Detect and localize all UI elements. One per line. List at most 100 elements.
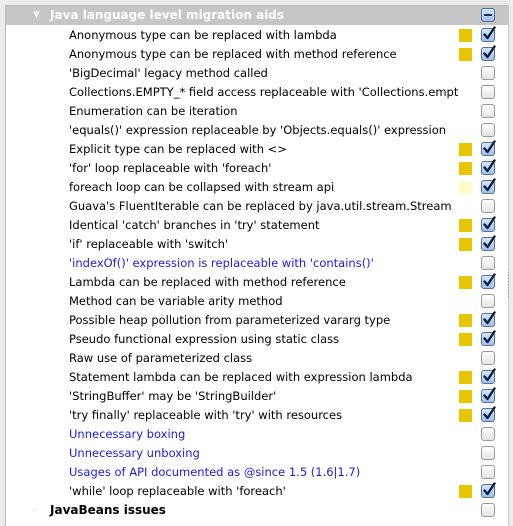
checkbox-checked[interactable] [481, 178, 496, 194]
checkmark-icon [483, 235, 496, 249]
checkbox-checked[interactable] [481, 26, 496, 42]
inspection-label: 'for' loop replaceable with 'foreach' [69, 161, 272, 175]
inspection-label: 'try finally' replaceable with 'try' wit… [69, 408, 343, 422]
checkmark-icon [483, 45, 496, 59]
inspection-label: Unnecessary boxing [69, 427, 186, 441]
checkbox-checked[interactable] [481, 273, 496, 289]
inspection-row[interactable]: Collections.EMPTY_* field access replace… [6, 83, 508, 102]
checkbox-unchecked[interactable] [481, 256, 495, 270]
triangle-down-icon[interactable]: ▼ [33, 6, 43, 25]
checkbox-checked[interactable] [481, 159, 496, 175]
inspection-label: Method can be variable arity method [69, 294, 283, 308]
group-label: JavaBeans issues [50, 503, 166, 517]
inspections-tree: ▼ Java language level migration aids Ano… [5, 5, 509, 526]
inspection-label: 'equals()' expression replaceable by 'Ob… [69, 123, 447, 137]
inspection-row[interactable]: Pseudo functional expression using stati… [6, 330, 508, 349]
severity-swatch-warning [459, 409, 472, 422]
checkmark-icon [483, 387, 496, 401]
inspection-row[interactable]: 'while' loop replaceable with 'foreach' [6, 482, 508, 501]
checkbox-checked[interactable] [481, 482, 496, 498]
checkmark-icon [483, 140, 496, 154]
inspection-row[interactable]: 'equals()' expression replaceable by 'Ob… [6, 121, 508, 140]
checkmark-icon [483, 26, 496, 40]
checkbox-checked[interactable] [481, 330, 496, 346]
group-label: Java language level migration aids [50, 8, 285, 22]
checkbox-checked[interactable] [481, 216, 496, 232]
inspection-row[interactable]: Guava's FluentIterable can be replaced b… [6, 197, 508, 216]
splitter-grip[interactable] [507, 268, 511, 298]
inspection-row[interactable]: Unnecessary unboxing [6, 444, 508, 463]
inspection-row[interactable]: Raw use of parameterized class [6, 349, 508, 368]
group-checkbox-mixed[interactable] [481, 8, 495, 22]
inspection-row[interactable]: Identical 'catch' branches in 'try' stat… [6, 216, 508, 235]
checkbox-unchecked[interactable] [481, 66, 495, 80]
group-row-java-migration-aids[interactable]: ▼ Java language level migration aids [6, 6, 508, 25]
checkmark-icon [483, 216, 496, 230]
inspection-label: Enumeration can be iteration [69, 104, 238, 118]
inspection-label: Guava's FluentIterable can be replaced b… [69, 199, 452, 213]
checkbox-checked[interactable] [481, 311, 496, 327]
checkbox-checked[interactable] [481, 235, 496, 251]
inspection-row[interactable]: 'for' loop replaceable with 'foreach' [6, 159, 508, 178]
inspection-row[interactable]: Statement lambda can be replaced with ex… [6, 368, 508, 387]
inspection-label: Pseudo functional expression using stati… [69, 332, 340, 346]
inspection-row[interactable]: Possible heap pollution from parameteriz… [6, 311, 508, 330]
checkmark-icon [483, 159, 496, 173]
checkmark-icon [483, 178, 496, 192]
inspection-row[interactable]: 'try finally' replaceable with 'try' wit… [6, 406, 508, 425]
triangle-right-icon[interactable]: ▶ [33, 501, 43, 520]
inspection-row[interactable]: 'StringBuffer' may be 'StringBuilder' [6, 387, 508, 406]
checkbox-unchecked[interactable] [481, 294, 495, 308]
inspection-label: 'BigDecimal' legacy method called [69, 66, 268, 80]
inspection-row[interactable]: Usages of API documented as @since 1.5 (… [6, 463, 508, 482]
inspection-row[interactable]: 'indexOf()' expression is replaceable wi… [6, 254, 508, 273]
checkbox-unchecked[interactable] [481, 465, 495, 479]
inspection-label: Statement lambda can be replaced with ex… [69, 370, 413, 384]
inspection-row[interactable]: Unnecessary boxing [6, 425, 508, 444]
inspection-row[interactable]: Anonymous type can be replaced with meth… [6, 45, 508, 64]
inspection-label: 'StringBuffer' may be 'StringBuilder' [69, 389, 277, 403]
checkbox-checked[interactable] [481, 368, 496, 384]
inspection-label: Possible heap pollution from parameteriz… [69, 313, 391, 327]
severity-swatch-warning [459, 29, 472, 42]
severity-swatch-warning [459, 485, 472, 498]
group-row-javabeans-issues[interactable]: ▶ JavaBeans issues [6, 501, 508, 520]
group-checkbox[interactable] [481, 503, 495, 517]
inspection-row[interactable]: 'if' replaceable with 'switch' [6, 235, 508, 254]
checkbox-unchecked[interactable] [481, 446, 495, 460]
inspection-label: Unnecessary unboxing [69, 446, 200, 460]
severity-swatch-warning [459, 333, 472, 346]
inspection-label: Explicit type can be replaced with <> [69, 142, 287, 156]
inspection-label: Identical 'catch' branches in 'try' stat… [69, 218, 320, 232]
inspection-row[interactable]: Explicit type can be replaced with <> [6, 140, 508, 159]
checkbox-unchecked[interactable] [481, 199, 495, 213]
inspection-row[interactable]: Method can be variable arity method [6, 292, 508, 311]
inspection-row[interactable]: Anonymous type can be replaced with lamb… [6, 26, 508, 45]
checkbox-unchecked[interactable] [481, 351, 495, 365]
severity-swatch-warning [459, 143, 472, 156]
severity-swatch-warning [459, 371, 472, 384]
checkmark-icon [483, 273, 496, 287]
inspection-label: Usages of API documented as @since 1.5 (… [69, 465, 361, 479]
checkbox-unchecked[interactable] [481, 427, 495, 441]
checkbox-checked[interactable] [481, 45, 496, 61]
checkbox-checked[interactable] [481, 387, 496, 403]
inspection-label: 'indexOf()' expression is replaceable wi… [69, 256, 374, 270]
inspection-label: Collections.EMPTY_* field access replace… [69, 85, 459, 99]
severity-swatch-warning [459, 48, 472, 61]
inspection-row[interactable]: Lambda can be replaced with method refer… [6, 273, 508, 292]
severity-swatch-weak [459, 181, 472, 194]
checkbox-checked[interactable] [481, 406, 496, 422]
inspection-row[interactable]: 'BigDecimal' legacy method called [6, 64, 508, 83]
severity-swatch-warning [459, 162, 472, 175]
inspection-label: 'if' replaceable with 'switch' [69, 237, 229, 251]
checkbox-unchecked[interactable] [481, 123, 495, 137]
checkbox-unchecked[interactable] [481, 85, 495, 99]
checkbox-checked[interactable] [481, 140, 496, 156]
inspection-row[interactable]: Enumeration can be iteration [6, 102, 508, 121]
checkbox-unchecked[interactable] [481, 104, 495, 118]
inspection-row[interactable]: foreach loop can be collapsed with strea… [6, 178, 508, 197]
inspection-label: Anonymous type can be replaced with meth… [69, 47, 397, 61]
severity-swatch-warning [459, 238, 472, 251]
severity-swatch-warning [459, 314, 472, 327]
